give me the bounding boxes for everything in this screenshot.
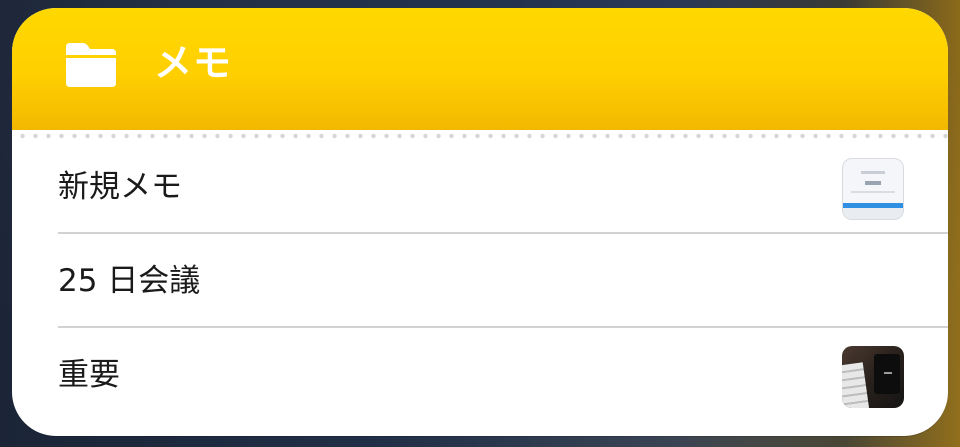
widget-header[interactable]: メモ bbox=[12, 8, 948, 130]
note-row-important[interactable]: 重要 bbox=[12, 328, 948, 422]
folder-icon bbox=[66, 43, 116, 87]
note-title: 新規メモ bbox=[58, 169, 182, 205]
photo-thumbnail bbox=[842, 346, 904, 408]
document-thumbnail bbox=[842, 158, 904, 220]
widget-title: メモ bbox=[154, 41, 233, 85]
note-title: 重要 bbox=[58, 357, 120, 393]
notes-widget[interactable]: メモ 新規メモ 25 日会議 重要 bbox=[12, 8, 948, 436]
note-row-new-memo[interactable]: 新規メモ bbox=[12, 140, 948, 234]
notes-list: 新規メモ 25 日会議 重要 bbox=[12, 140, 948, 422]
note-title: 25 日会議 bbox=[58, 263, 201, 299]
paper-perforation bbox=[12, 132, 948, 140]
note-row-meeting[interactable]: 25 日会議 bbox=[12, 234, 948, 328]
